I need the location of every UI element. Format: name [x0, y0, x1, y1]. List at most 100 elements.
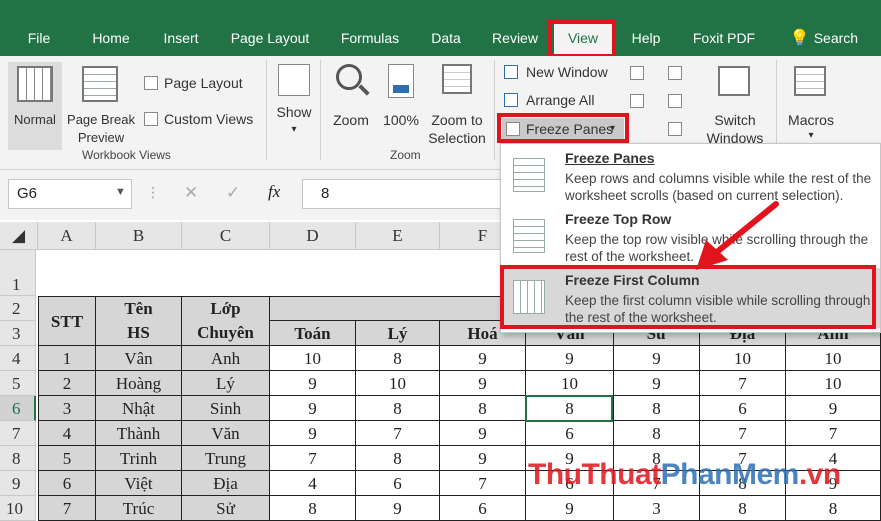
table-cell[interactable]: 7 [440, 471, 526, 496]
new-window-button[interactable]: New Window [502, 62, 618, 84]
table-cell[interactable]: 3 [38, 396, 96, 421]
table-cell[interactable]: 10 [270, 346, 356, 371]
table-cell[interactable]: Văn [182, 421, 270, 446]
zoom-button[interactable]: Zoom [328, 62, 374, 148]
arrange-all-button[interactable]: Arrange All [502, 90, 618, 112]
table-cell[interactable]: 4 [270, 471, 356, 496]
tab-data[interactable]: Data [424, 20, 468, 56]
header-lop-chuyen[interactable]: Lớp Chuyên [182, 296, 270, 346]
hide-icon[interactable] [630, 94, 644, 108]
cancel-icon[interactable]: ✕ [184, 183, 198, 203]
row-header-3[interactable]: 3 [0, 321, 36, 346]
table-cell[interactable]: 9 [614, 371, 700, 396]
header-subject[interactable]: Lý [356, 321, 440, 346]
table-cell[interactable]: 9 [526, 496, 614, 521]
table-cell[interactable]: Thành [96, 421, 182, 446]
page-break-preview-button[interactable]: Page Break Preview [64, 62, 138, 150]
column-header-c[interactable]: C [182, 222, 270, 250]
table-cell[interactable]: 7 [700, 371, 786, 396]
table-cell[interactable]: 9 [786, 396, 881, 421]
table-cell[interactable]: 6 [356, 471, 440, 496]
header-stt[interactable]: STT [38, 296, 96, 346]
table-cell[interactable]: 6 [38, 471, 96, 496]
table-cell[interactable]: 2 [38, 371, 96, 396]
name-box[interactable]: G6 ▼ [8, 179, 132, 209]
table-cell[interactable]: 9 [270, 371, 356, 396]
tab-formulas[interactable]: Formulas [334, 20, 406, 56]
row-header-7[interactable]: 7 [0, 421, 36, 446]
column-header-a[interactable]: A [38, 222, 96, 250]
table-cell[interactable]: 8 [356, 346, 440, 371]
table-cell[interactable]: 9 [440, 371, 526, 396]
table-cell[interactable]: 3 [614, 496, 700, 521]
table-cell[interactable]: 9 [270, 421, 356, 446]
zoom-to-selection-button[interactable]: Zoom to Selection [424, 62, 490, 148]
tab-home[interactable]: Home [84, 20, 138, 56]
page-layout-view-button[interactable]: Page Layout [142, 74, 252, 94]
view-side-by-side-icon[interactable] [668, 66, 682, 80]
table-cell[interactable]: Anh [182, 346, 270, 371]
table-cell[interactable]: Trung [182, 446, 270, 471]
header-subject[interactable]: Toán [270, 321, 356, 346]
table-cell[interactable]: 8 [614, 421, 700, 446]
row-header-6[interactable]: 6 [0, 396, 36, 421]
table-cell[interactable]: 10 [786, 371, 881, 396]
table-cell[interactable]: 6 [526, 421, 614, 446]
row-header-8[interactable]: 8 [0, 446, 36, 471]
table-cell[interactable]: 10 [526, 371, 614, 396]
table-cell[interactable]: 8 [786, 496, 881, 521]
table-cell[interactable]: 7 [270, 446, 356, 471]
tab-file[interactable]: File [18, 20, 60, 56]
column-header-b[interactable]: B [96, 222, 182, 250]
table-cell[interactable]: 9 [440, 346, 526, 371]
select-all-corner[interactable]: ◢ [0, 222, 38, 250]
search-box[interactable]: 💡 Search [776, 20, 872, 56]
table-cell[interactable]: 7 [786, 421, 881, 446]
column-header-e[interactable]: E [356, 222, 440, 250]
table-cell[interactable]: 8 [440, 396, 526, 421]
table-cell[interactable]: 7 [700, 421, 786, 446]
switch-windows-button[interactable]: Switch Windows [700, 62, 770, 148]
row-header-4[interactable]: 4 [0, 346, 36, 371]
row-header-5[interactable]: 5 [0, 371, 36, 396]
table-cell[interactable]: 6 [700, 396, 786, 421]
synchronous-scrolling-icon[interactable] [668, 94, 682, 108]
table-cell[interactable]: 10 [356, 371, 440, 396]
normal-view-button[interactable]: Normal [8, 62, 62, 150]
row-header-10[interactable]: 10 [0, 496, 36, 521]
formula-input[interactable]: 8 [302, 179, 502, 209]
table-cell[interactable]: Trúc [96, 496, 182, 521]
zoom-100-button[interactable]: 100% [380, 62, 422, 148]
tab-insert[interactable]: Insert [156, 20, 206, 56]
table-cell[interactable]: 9 [614, 346, 700, 371]
table-cell[interactable]: 8 [356, 396, 440, 421]
table-cell[interactable]: Vân [96, 346, 182, 371]
tab-page-layout[interactable]: Page Layout [224, 20, 316, 56]
table-cell[interactable]: Trinh [96, 446, 182, 471]
table-cell[interactable]: Sinh [182, 396, 270, 421]
table-cell[interactable]: Việt [96, 471, 182, 496]
header-ten-hs[interactable]: Tên HS [96, 296, 182, 346]
insert-function-icon[interactable]: fx [268, 182, 280, 202]
table-cell[interactable]: 10 [700, 346, 786, 371]
table-cell[interactable]: 7 [356, 421, 440, 446]
table-cell[interactable]: 5 [38, 446, 96, 471]
table-cell[interactable]: 9 [526, 346, 614, 371]
table-cell[interactable]: 1 [38, 346, 96, 371]
table-cell[interactable]: Địa [182, 471, 270, 496]
enter-check-icon[interactable]: ✓ [226, 183, 240, 203]
column-header-d[interactable]: D [270, 222, 356, 250]
table-cell[interactable]: 4 [38, 421, 96, 446]
table-cell[interactable]: 8 [614, 396, 700, 421]
row-header-2[interactable]: 2 [0, 296, 36, 321]
reset-window-position-icon[interactable] [668, 122, 682, 136]
custom-views-button[interactable]: Custom Views [142, 110, 258, 130]
macros-button[interactable]: Macros ▾ [782, 62, 840, 148]
tab-foxit-pdf[interactable]: Foxit PDF [686, 20, 762, 56]
table-cell[interactable]: 9 [356, 496, 440, 521]
table-cell[interactable]: 8 [270, 496, 356, 521]
table-cell[interactable]: 9 [270, 396, 356, 421]
split-icon[interactable] [630, 66, 644, 80]
table-cell[interactable]: 8 [356, 446, 440, 471]
table-cell[interactable]: 9 [440, 446, 526, 471]
